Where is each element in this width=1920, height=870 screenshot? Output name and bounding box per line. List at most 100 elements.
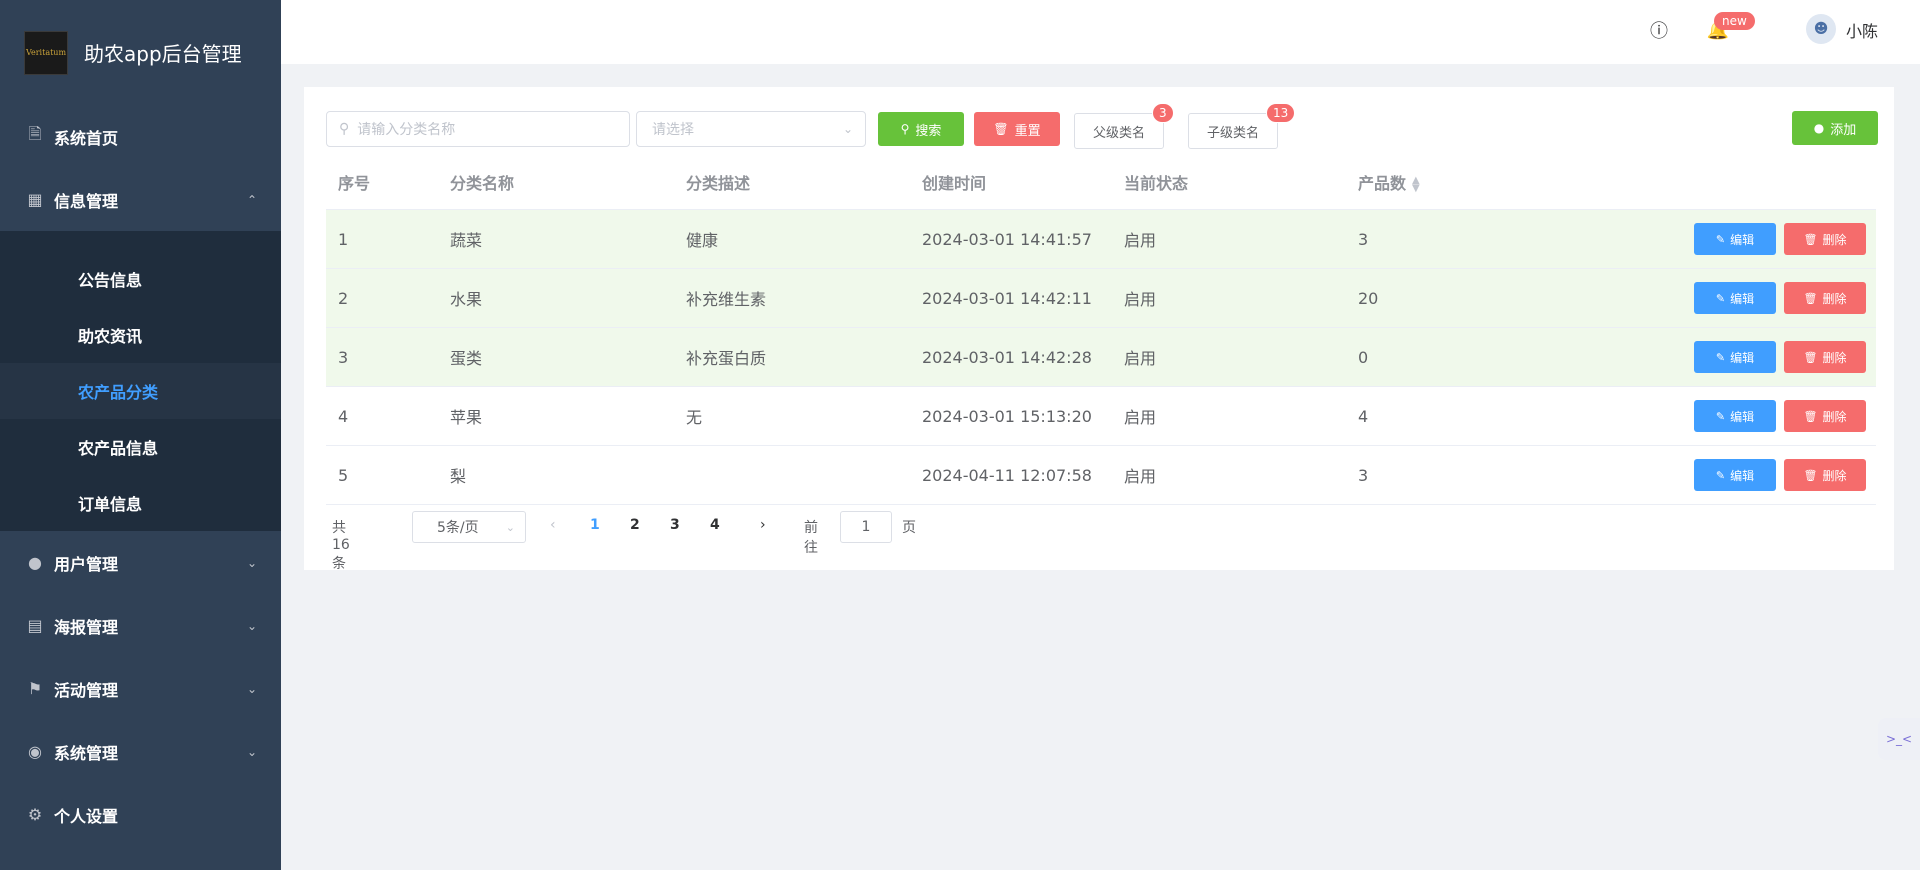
cell-name: 蔬菜 bbox=[450, 231, 483, 250]
cell-desc: 补充维生素 bbox=[686, 290, 767, 309]
edit-label: 编辑 bbox=[1730, 232, 1755, 247]
select-input[interactable] bbox=[652, 121, 865, 137]
username[interactable]: 小陈 bbox=[1846, 18, 1878, 42]
edit-icon: ✎ bbox=[1715, 232, 1726, 246]
search-input[interactable] bbox=[357, 121, 598, 137]
sidebar-item-info[interactable]: ▦ 信息管理 ⌃ bbox=[0, 168, 281, 231]
col-header-count-label: 产品数 bbox=[1358, 174, 1407, 193]
col-header-count[interactable]: 产品数 ▲ ▼ bbox=[1358, 170, 1420, 194]
bulb-icon: ◉ bbox=[28, 742, 42, 761]
search-icon: ⚲ bbox=[339, 121, 350, 137]
cell-desc: 无 bbox=[686, 408, 703, 427]
edit-button[interactable]: ✎ 编辑 bbox=[1694, 341, 1776, 373]
app-logo: Veritatum bbox=[24, 30, 68, 75]
delete-button[interactable]: 🗑 删除 bbox=[1784, 459, 1866, 491]
sidebar-item-settings[interactable]: ⚙ 个人设置 bbox=[0, 783, 281, 846]
cell-status: 启用 bbox=[1124, 467, 1157, 486]
cell-count: 4 bbox=[1358, 406, 1369, 426]
delete-label: 删除 bbox=[1822, 409, 1847, 424]
sidebar-item-product[interactable]: 农产品信息 bbox=[0, 419, 281, 475]
table-row: 2 水果 补充维生素 2024-03-01 14:42:11 启用 20 ✎ 编辑… bbox=[326, 269, 1876, 328]
parent-category-button[interactable]: 父级类名 bbox=[1074, 113, 1164, 149]
edit-icon: ✎ bbox=[1715, 350, 1726, 364]
next-page-icon[interactable]: › bbox=[760, 517, 766, 533]
sidebar-item-users[interactable]: ● 用户管理 ⌄ bbox=[0, 531, 281, 594]
sidebar-item-posters[interactable]: ▤ 海报管理 ⌄ bbox=[0, 594, 281, 657]
cell-name: 梨 bbox=[450, 467, 467, 486]
sort-icon[interactable]: ▲ ▼ bbox=[1412, 175, 1420, 193]
logo-area: Veritatum 助农app后台管理 bbox=[0, 0, 281, 105]
cell-status: 启用 bbox=[1124, 290, 1157, 309]
col-header-no: 序号 bbox=[338, 174, 371, 193]
cell-no: 1 bbox=[338, 229, 349, 249]
sidebar-item-label: 个人设置 bbox=[54, 806, 119, 826]
submenu-info: 公告信息 助农资讯 农产品分类 农产品信息 订单信息 bbox=[0, 231, 281, 531]
page-number[interactable]: 4 bbox=[710, 517, 720, 533]
cell-time: 2024-03-01 14:42:28 bbox=[922, 347, 1092, 367]
delete-button[interactable]: 🗑 删除 bbox=[1784, 282, 1866, 314]
cell-time: 2024-03-01 14:42:11 bbox=[922, 288, 1092, 308]
edit-button[interactable]: ✎ 编辑 bbox=[1694, 400, 1776, 432]
edit-button[interactable]: ✎ 编辑 bbox=[1694, 282, 1776, 314]
edit-button[interactable]: ✎ 编辑 bbox=[1694, 223, 1776, 255]
edit-label: 编辑 bbox=[1730, 291, 1755, 306]
delete-label: 删除 bbox=[1822, 291, 1847, 306]
app-title: 助农app后台管理 bbox=[84, 42, 242, 66]
cell-desc: 健康 bbox=[686, 231, 719, 250]
sidebar-item-system[interactable]: ◉ 系统管理 ⌄ bbox=[0, 720, 281, 783]
info-icon[interactable]: ⓘ bbox=[1647, 18, 1671, 42]
child-category-button[interactable]: 子级类名 bbox=[1188, 113, 1278, 149]
status-select[interactable]: ⌄ bbox=[636, 111, 866, 147]
page-size-select[interactable]: 5条/页 ⌄ bbox=[412, 511, 526, 543]
cell-time: 2024-03-01 14:41:57 bbox=[922, 229, 1092, 249]
goto-page-input[interactable]: 1 bbox=[840, 511, 892, 543]
edit-label: 编辑 bbox=[1730, 409, 1755, 424]
prev-page-icon[interactable]: ‹ bbox=[550, 517, 556, 533]
row-actions: ✎ 编辑 🗑 删除 bbox=[1694, 341, 1866, 373]
delete-label: 删除 bbox=[1822, 232, 1847, 247]
document-icon: 🗎 bbox=[28, 124, 42, 143]
page-number[interactable]: 2 bbox=[630, 517, 640, 533]
trash-icon: 🗑 bbox=[1803, 291, 1818, 305]
edit-label: 编辑 bbox=[1730, 350, 1755, 365]
clipboard-icon: ▤ bbox=[27, 616, 43, 635]
sidebar-item-order[interactable]: 订单信息 bbox=[0, 475, 281, 531]
child-count-badge: 13 bbox=[1266, 103, 1296, 123]
sidebar-item-home[interactable]: 🗎 系统首页 bbox=[0, 105, 281, 168]
page-suffix-label: 页 bbox=[902, 520, 916, 536]
sidebar-item-label: 系统首页 bbox=[54, 128, 119, 148]
edit-button[interactable]: ✎ 编辑 bbox=[1694, 459, 1776, 491]
notification-badge: new bbox=[1714, 12, 1755, 30]
delete-button[interactable]: 🗑 删除 bbox=[1784, 223, 1866, 255]
chevron-down-icon: ⌄ bbox=[842, 122, 853, 136]
delete-button[interactable]: 🗑 删除 bbox=[1784, 341, 1866, 373]
assistant-widget-icon[interactable]: >_< bbox=[1878, 718, 1920, 760]
gear-icon: ⚙ bbox=[27, 805, 43, 824]
sidebar-item-notice[interactable]: 公告信息 bbox=[0, 251, 281, 307]
search-field[interactable]: ⚲ bbox=[326, 111, 630, 147]
sidebar-item-category[interactable]: 农产品分类 bbox=[0, 363, 281, 419]
add-button[interactable]: ● 添加 bbox=[1792, 111, 1878, 145]
table-row: 1 蔬菜 健康 2024-03-01 14:41:57 启用 3 ✎ 编辑 🗑 删除 bbox=[326, 210, 1876, 269]
page-number[interactable]: 1 bbox=[590, 517, 600, 533]
cell-count: 0 bbox=[1358, 347, 1369, 367]
delete-button[interactable]: 🗑 删除 bbox=[1784, 400, 1866, 432]
search-button-label: 搜索 bbox=[915, 123, 942, 139]
cell-name: 水果 bbox=[450, 290, 483, 309]
edit-icon: ✎ bbox=[1715, 409, 1726, 423]
user-icon: ● bbox=[28, 553, 42, 572]
row-actions: ✎ 编辑 🗑 删除 bbox=[1694, 459, 1866, 491]
sidebar-item-news[interactable]: 助农资讯 bbox=[0, 307, 281, 363]
avatar[interactable]: ☻ bbox=[1806, 14, 1836, 44]
col-header-time: 创建时间 bbox=[922, 174, 987, 193]
col-header-name: 分类名称 bbox=[450, 174, 515, 193]
chevron-down-icon: ⌄ bbox=[246, 618, 257, 633]
sidebar: Veritatum 助农app后台管理 🗎 系统首页 ▦ 信息管理 ⌃ 公告信息… bbox=[0, 0, 281, 870]
page-number[interactable]: 3 bbox=[670, 517, 680, 533]
cell-name: 苹果 bbox=[450, 408, 483, 427]
cell-status: 启用 bbox=[1124, 231, 1157, 250]
category-table: 序号 分类名称 分类描述 创建时间 当前状态 产品数 ▲ ▼ 1 蔬菜 健康 202… bbox=[326, 155, 1876, 505]
search-button[interactable]: ⚲ 搜索 bbox=[878, 112, 964, 146]
sidebar-item-activities[interactable]: ⚑ 活动管理 ⌄ bbox=[0, 657, 281, 720]
reset-button[interactable]: 🗑 重置 bbox=[974, 112, 1060, 146]
